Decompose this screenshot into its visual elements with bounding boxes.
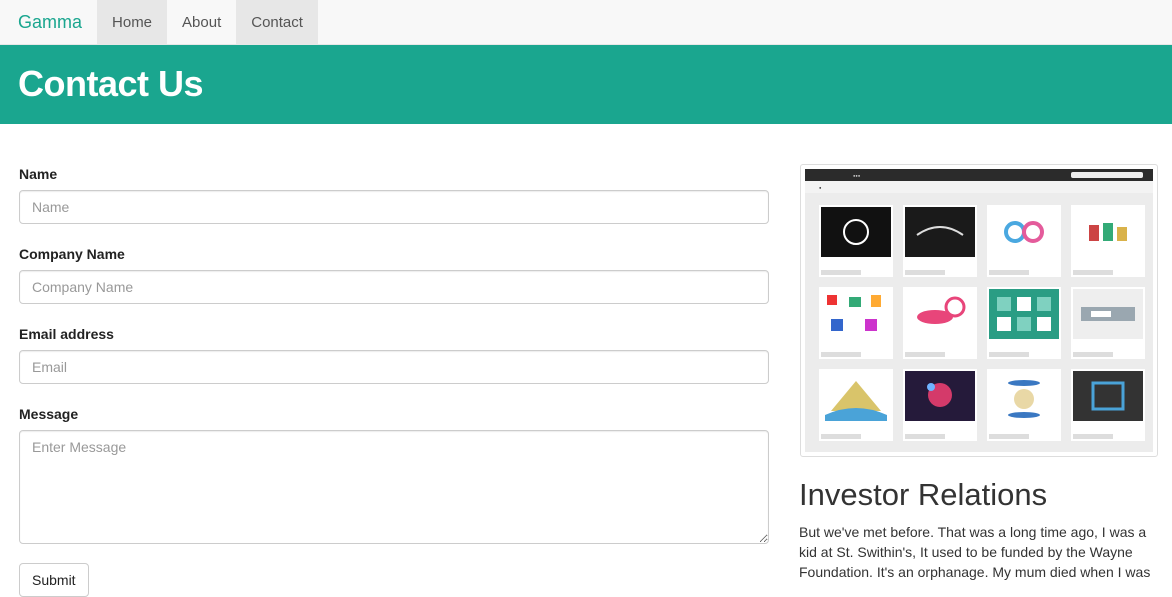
shot-thumbnail [819,205,893,277]
screenshot-nav-text: ●●● [853,172,861,178]
message-textarea[interactable] [19,430,769,544]
page-title: Contact Us [18,63,204,104]
email-label: Email address [19,326,114,342]
name-input[interactable] [19,190,769,224]
contact-form: Name Company Name Email address Message … [19,160,769,597]
screenshot-topbar: ●●● [805,169,1153,181]
message-label: Message [19,406,79,422]
shot-thumbnail [903,287,977,359]
shot-thumbnail [1071,205,1145,277]
shot-thumbnail [819,369,893,441]
investor-relations-heading: Investor Relations [799,477,1048,512]
email-group: Email address [19,326,769,400]
shot-thumbnail [1071,369,1145,441]
company-label: Company Name [19,246,125,262]
name-group: Name [19,166,769,240]
shot-thumbnail [903,205,977,277]
shot-thumbnail [987,287,1061,359]
investor-relations-text: But we've met before. That was a long ti… [799,524,1151,580]
top-navbar: Gamma Home About Contact [0,0,1172,45]
brand-link[interactable]: Gamma [0,0,97,44]
screenshot-canvas: ●●● ● [805,169,1153,452]
email-input[interactable] [19,350,769,384]
nav-link-home[interactable]: Home [97,0,168,44]
nav-link-about[interactable]: About [167,0,236,44]
shot-thumbnail [987,205,1061,277]
name-label: Name [19,166,58,182]
page-banner: Contact Us [0,45,1172,124]
shot-thumbnail [903,369,977,441]
nav-link-contact[interactable]: Contact [236,0,318,44]
screenshot-tab-marker: ● [819,184,822,190]
message-group: Message [19,406,769,563]
company-group: Company Name [19,246,769,320]
shot-thumbnail [987,369,1061,441]
submit-button[interactable]: Submit [19,563,89,597]
shot-thumbnail [819,287,893,359]
shot-thumbnail [1071,287,1145,359]
screenshot-shot-grid [819,205,1145,449]
company-input[interactable] [19,270,769,304]
screenshot-search-box [1071,172,1143,178]
dribbble-screenshot-image: ●●● ● [800,164,1158,457]
screenshot-tabs: ● [805,181,1153,193]
